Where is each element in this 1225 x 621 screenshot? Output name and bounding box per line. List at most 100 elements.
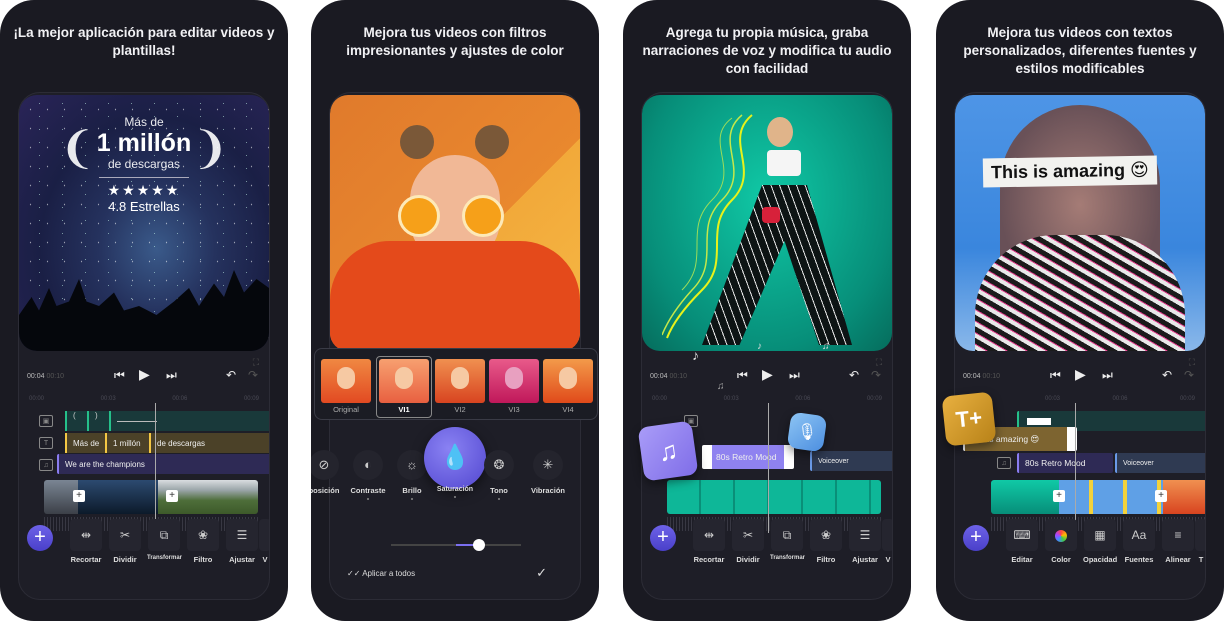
adjust-tone[interactable]: ❂ Tono [474, 450, 524, 500]
add-image-track-icon[interactable]: ▣ [39, 415, 53, 427]
add-transition-button[interactable]: + [166, 490, 178, 502]
filter-thumb-vi1[interactable] [379, 359, 429, 403]
video-clips-track[interactable] [667, 480, 881, 514]
add-music-track-icon[interactable]: ♫ [39, 459, 53, 471]
music-note-icon: ♫ [822, 341, 830, 352]
video-preview [330, 95, 580, 351]
text-clip[interactable]: de descargas [149, 433, 229, 453]
filter-thumb-vi2[interactable] [435, 359, 485, 403]
playhead[interactable] [155, 403, 156, 533]
skip-back-icon[interactable]: ⏮ [1050, 368, 1061, 383]
tool-ajustar[interactable]: ☰ Ajustar [848, 519, 882, 564]
tool-dividir[interactable]: ✂ Dividir [108, 519, 142, 564]
adjust-contrast[interactable]: ◐ Contraste [343, 450, 393, 500]
music-note-icon: ♪ [757, 341, 762, 352]
tool-more[interactable]: V [882, 519, 892, 564]
ruler-tick: 00:03 [1045, 396, 1061, 402]
tool-label: Editar [1011, 555, 1033, 564]
video-clip[interactable] [1163, 480, 1205, 514]
playhead[interactable] [1075, 403, 1076, 533]
adjust-saturation[interactable]: Saturación [430, 450, 480, 498]
redo-icon[interactable]: ↷ [1184, 368, 1194, 382]
play-icon[interactable]: ▶ [139, 366, 150, 383]
tool-label: Transformar [770, 555, 806, 561]
transform-icon: ⧉ [771, 519, 803, 551]
tool-recortar[interactable]: ⇹ Recortar [69, 519, 103, 564]
add-music-icon: ♫ [637, 420, 699, 482]
undo-icon[interactable]: ↶ [226, 368, 236, 382]
adjust-slider[interactable] [391, 539, 521, 551]
ruler-tick: 00:09 [866, 396, 882, 402]
tool-filtro[interactable]: ❀ Filtro [186, 519, 220, 564]
music-clip[interactable]: 80s Retro Mood [712, 445, 784, 469]
filter-thumb-original[interactable] [321, 359, 371, 403]
confirm-check-icon[interactable]: ✓ [536, 565, 547, 581]
tool-editar[interactable]: ⌨ Editar [1005, 519, 1039, 564]
skip-forward-icon[interactable]: ⏭ [789, 368, 800, 383]
keyboard-icon: ⌨ [1006, 519, 1038, 551]
tool-alinear[interactable]: ≡ Alinear [1161, 519, 1195, 564]
contrast-icon: ◐ [353, 450, 383, 480]
undo-icon[interactable]: ↶ [1162, 368, 1172, 382]
sticker-clip[interactable]: ) [87, 411, 109, 431]
overlay-text[interactable]: This is amazing 😍 [982, 155, 1158, 188]
tool-recortar[interactable]: ⇹ Recortar [692, 519, 726, 564]
skip-forward-icon[interactable]: ⏭ [166, 368, 177, 383]
skip-back-icon[interactable]: ⏮ [737, 368, 748, 383]
tool-more[interactable]: V [259, 519, 269, 564]
add-button[interactable]: + [27, 525, 53, 551]
add-text-track-icon[interactable]: T [39, 437, 53, 449]
adjust-vibrance[interactable]: ✳ Vibración [518, 450, 578, 495]
current-time: 00:04 [650, 373, 668, 380]
add-button[interactable]: + [963, 525, 989, 551]
filter-thumb-vi3[interactable] [489, 359, 539, 403]
video-clip[interactable] [991, 480, 1059, 514]
tool-more[interactable]: T [1195, 519, 1205, 564]
playhead[interactable] [768, 403, 769, 533]
tool-opacidad[interactable]: ▦ Opacidad [1083, 519, 1117, 564]
play-icon[interactable]: ▶ [762, 366, 773, 383]
tool-transformar[interactable]: ⧉ Transformar [770, 519, 806, 561]
photo-detail [330, 241, 580, 351]
sticker-clip[interactable] [109, 411, 169, 431]
sticker-track[interactable]: ( ) [65, 411, 269, 431]
add-music-track-icon[interactable]: ♫ [997, 457, 1011, 469]
tool-label: Fuentes [1124, 555, 1154, 564]
award-badge: Más de 1 millón de descargas ★★★★★ 4.8 E… [19, 115, 269, 214]
tool-fuentes[interactable]: Aa Fuentes [1122, 519, 1156, 564]
add-transition-button[interactable]: + [73, 490, 85, 502]
text-track[interactable]: Más de 1 millón de descargas [65, 433, 269, 453]
add-button[interactable]: + [650, 525, 676, 551]
skip-back-icon[interactable]: ⏮ [114, 368, 125, 383]
timeline-ruler: 00:00 00:03 00:06 00:09 [652, 396, 882, 402]
text-clip[interactable]: Más de [65, 433, 105, 453]
music-clip-handle[interactable]: 80s Retro Mood [702, 445, 794, 469]
video-clips-track[interactable] [991, 480, 1205, 514]
tool-filtro[interactable]: ❀ Filtro [809, 519, 843, 564]
add-transition-button[interactable]: + [1155, 490, 1167, 502]
redo-icon[interactable]: ↷ [248, 368, 258, 382]
text-clip[interactable]: 1 millón [105, 433, 149, 453]
filter-thumb-vi4[interactable] [543, 359, 593, 403]
tool-label: Opacidad [1083, 555, 1118, 564]
add-transition-button[interactable]: + [1053, 490, 1065, 502]
tool-color[interactable]: Color [1044, 519, 1078, 564]
redo-icon[interactable]: ↷ [871, 368, 881, 382]
music-clip[interactable]: 80s Retro Mood [1017, 453, 1113, 473]
award-main: 1 millón [96, 129, 192, 157]
sticker-clip[interactable]: ( [65, 411, 87, 431]
skip-forward-icon[interactable]: ⏭ [1102, 368, 1113, 383]
timeline-ruler: 00:00 00:03 00:06 00:09 [29, 396, 259, 402]
play-icon[interactable]: ▶ [1075, 366, 1086, 383]
tool-ajustar[interactable]: ☰ Ajustar [225, 519, 259, 564]
tool-dividir[interactable]: ✂ Dividir [731, 519, 765, 564]
apply-all-button[interactable]: ✓✓ Aplicar a todos [347, 569, 415, 578]
undo-icon[interactable]: ↶ [849, 368, 859, 382]
apply-all-label: Aplicar a todos [362, 569, 416, 578]
tool-transformar[interactable]: ⧉ Transformar [147, 519, 182, 561]
voiceover-clip[interactable]: Voiceover [810, 451, 892, 471]
music-track[interactable]: We are the champions [57, 454, 269, 474]
voiceover-clip[interactable]: Voiceover [1115, 453, 1205, 473]
video-clip[interactable] [78, 480, 158, 514]
filter-icon: ❀ [810, 519, 842, 551]
